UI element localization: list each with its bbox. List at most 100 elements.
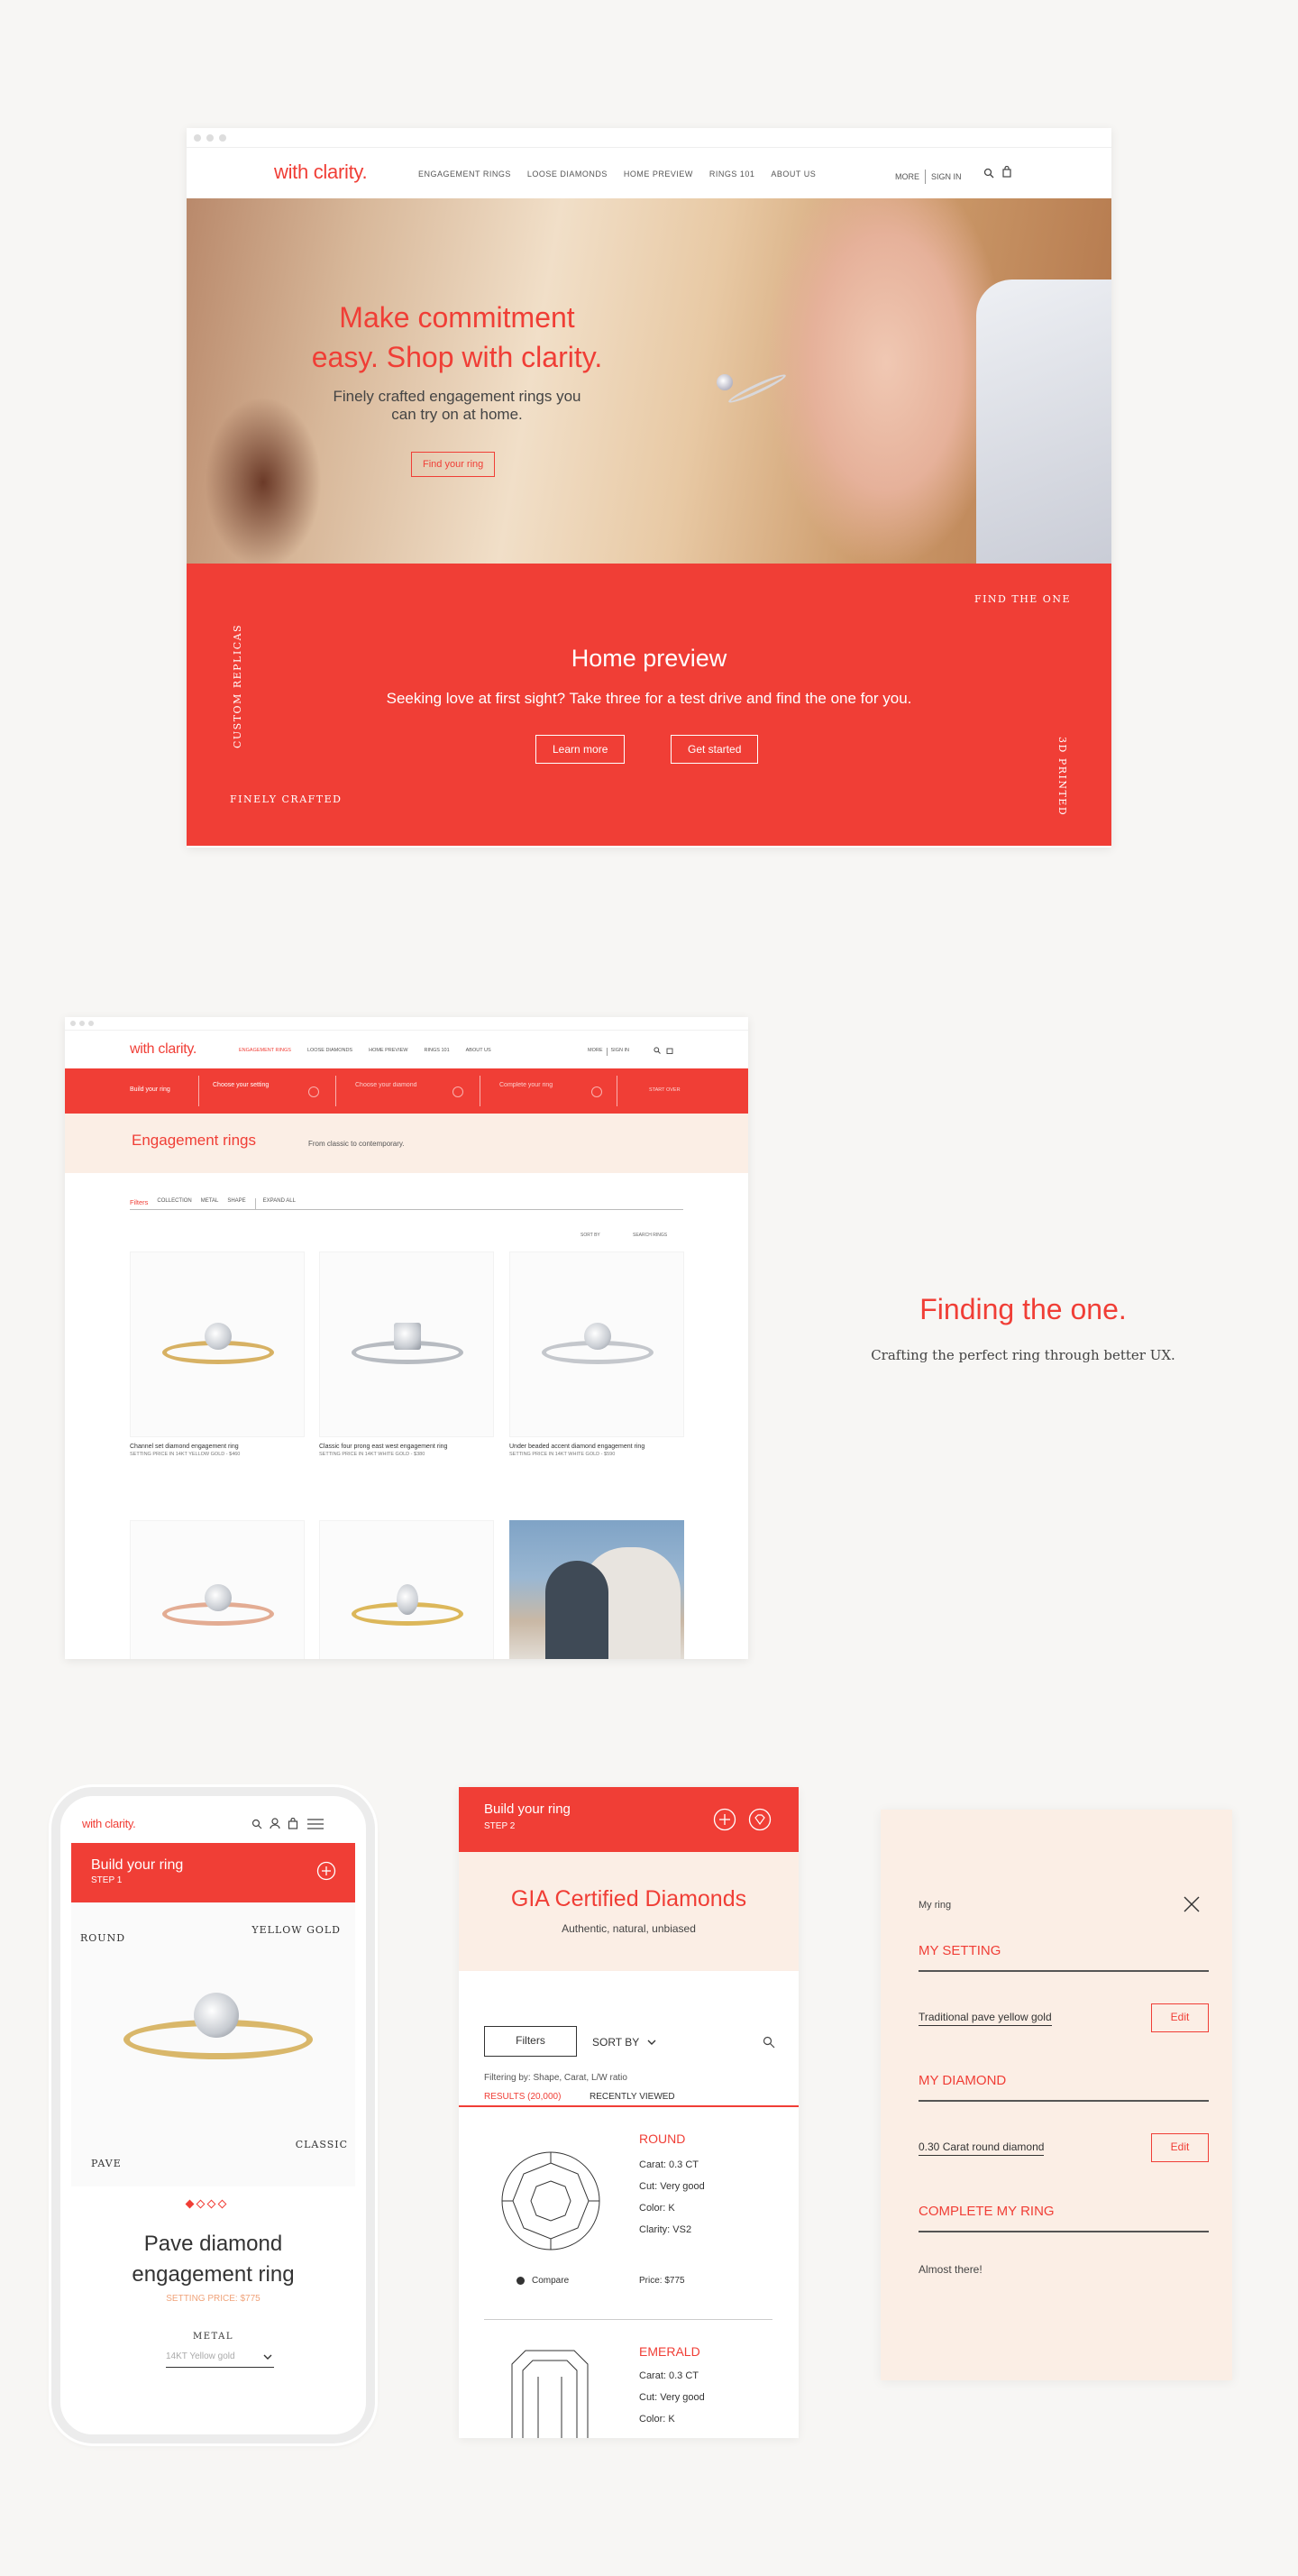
product-image[interactable] <box>130 1520 305 1659</box>
nav-more[interactable]: MORE <box>588 1048 603 1056</box>
filter-shape[interactable]: SHAPE <box>227 1198 245 1209</box>
edit-diamond-button[interactable]: Edit <box>1151 2133 1209 2162</box>
diamond-row[interactable]: EMERALD Carat: 0.3 CT Cut: Very good Col… <box>459 2326 799 2438</box>
diamond-shape: ROUND <box>639 2131 686 2146</box>
filter-collection[interactable]: COLLECTION <box>157 1198 191 1209</box>
carousel-dot-active[interactable] <box>185 2199 195 2209</box>
nav-engagement-rings[interactable]: ENGAGEMENT RINGS <box>239 1048 291 1053</box>
product-card[interactable]: Classic four prong east west engagement … <box>319 1251 494 1457</box>
add-icon[interactable] <box>713 1808 736 1831</box>
shape-label: ROUND <box>80 1932 126 1944</box>
nav-engagement-rings[interactable]: ENGAGEMENT RINGS <box>418 170 511 179</box>
nav-home-preview[interactable]: HOME PREVIEW <box>369 1048 407 1053</box>
custom-replicas-label: CUSTOM REPLICAS <box>232 623 243 748</box>
diamond-specs: Carat: 0.3 CT Cut: Very good Color: K Cl… <box>639 2154 705 2241</box>
filter-metal[interactable]: METAL <box>201 1198 219 1209</box>
bag-icon[interactable] <box>288 1818 298 1829</box>
product-card[interactable]: Channel set diamond engagement ring SETT… <box>130 1251 305 1457</box>
logo[interactable]: with clarity. <box>274 160 368 184</box>
logo[interactable]: with clarity. <box>82 1817 136 1830</box>
nav-rings-101[interactable]: RINGS 101 <box>709 170 755 179</box>
filters-tab[interactable]: Filters <box>130 1198 148 1209</box>
build-title: Build your ring <box>484 1801 571 1817</box>
close-icon[interactable] <box>1184 1896 1200 1912</box>
nav-loose-diamonds[interactable]: LOOSE DIAMONDS <box>527 170 608 179</box>
search-icon[interactable] <box>763 2036 775 2049</box>
search-rings-input[interactable]: SEARCH RINGS <box>633 1233 667 1238</box>
home-preview-text: Seeking love at first sight? Take three … <box>386 690 912 707</box>
product-name[interactable]: Under beaded accent diamond engagement r… <box>509 1444 684 1450</box>
step-setting[interactable]: Choose your setting <box>213 1082 269 1088</box>
listing-title-band: Engagement rings From classic to contemp… <box>65 1114 748 1173</box>
filter-expand-all[interactable]: EXPAND ALL <box>254 1198 296 1209</box>
product-name[interactable]: Classic four prong east west engagement … <box>319 1444 494 1450</box>
main-nav: ENGAGEMENT RINGS LOOSE DIAMONDS HOME PRE… <box>418 170 816 179</box>
user-icon[interactable] <box>270 1818 280 1829</box>
product-image[interactable] <box>319 1251 494 1437</box>
compare-toggle[interactable]: Compare <box>516 2276 569 2286</box>
nav-about-us[interactable]: ABOUT US <box>466 1048 491 1053</box>
filters-button[interactable]: Filters <box>484 2026 577 2057</box>
nav-loose-diamonds[interactable]: LOOSE DIAMONDS <box>307 1048 352 1053</box>
get-started-button[interactable]: Get started <box>671 735 759 764</box>
tagline-title: Finding the one. <box>919 1293 1127 1325</box>
search-icon[interactable] <box>654 1047 661 1054</box>
window-dot <box>79 1021 85 1026</box>
diamond-value-link[interactable]: 0.30 Carat round diamond <box>919 2141 1045 2156</box>
setting-price: SETTING PRICE: $775 <box>166 2294 261 2304</box>
nav-sign-in[interactable]: SIGN IN <box>931 172 962 181</box>
build-steps-bar: Build your ring Choose your setting Choo… <box>65 1068 748 1114</box>
window-dot <box>194 134 201 142</box>
carousel-dot[interactable] <box>206 2199 216 2209</box>
product-name[interactable]: Channel set diamond engagement ring <box>130 1444 305 1450</box>
find-your-ring-button[interactable]: Find your ring <box>411 452 496 477</box>
add-icon[interactable] <box>316 1861 336 1881</box>
nav-rings-101[interactable]: RINGS 101 <box>425 1048 450 1053</box>
product-card[interactable] <box>130 1520 305 1659</box>
metal-select[interactable]: 14KT Yellow gold <box>166 2348 274 2368</box>
diamond-icon[interactable] <box>748 1808 772 1831</box>
nav-sign-in[interactable]: SIGN IN <box>611 1048 629 1056</box>
product-image[interactable] <box>509 1251 684 1437</box>
start-over-link[interactable]: START OVER <box>649 1087 681 1093</box>
diamond-color: Color: K <box>639 2203 675 2214</box>
nav-more[interactable]: MORE <box>895 172 919 181</box>
sort-by-dropdown[interactable]: SORT BY <box>580 1233 600 1238</box>
product-card[interactable] <box>319 1520 494 1659</box>
pave-label: PAVE <box>91 2158 122 2169</box>
setting-value-link[interactable]: Traditional pave yellow gold <box>919 2011 1052 2026</box>
tab-results[interactable]: RESULTS (20,000) <box>484 2092 561 2102</box>
step-diamond[interactable]: Choose your diamond <box>355 1082 417 1088</box>
bag-icon[interactable] <box>666 1046 673 1054</box>
diamond-row[interactable]: Compare ROUND Carat: 0.3 CT Cut: Very go… <box>459 2107 799 2324</box>
diamond-color: Color: K <box>639 2414 675 2425</box>
search-icon[interactable] <box>983 168 994 179</box>
product-image[interactable] <box>130 1251 305 1437</box>
hero-banner: Make commitment easy. Shop with clarity. … <box>187 198 1111 564</box>
edit-setting-button[interactable]: Edit <box>1151 2003 1209 2032</box>
ring-stone <box>584 1323 611 1350</box>
tab-recently-viewed[interactable]: RECENTLY VIEWED <box>590 2092 675 2102</box>
account-nav: MORE SIGN IN <box>588 1048 629 1056</box>
sort-by-dropdown[interactable]: SORT BY <box>592 2036 656 2049</box>
search-icon[interactable] <box>251 1819 262 1829</box>
diamond-cut: Cut: Very good <box>639 2392 705 2403</box>
carousel-dot[interactable] <box>196 2199 206 2209</box>
logo[interactable]: with clarity. <box>130 1041 197 1058</box>
bag-icon[interactable] <box>1001 166 1012 178</box>
hero-photo-shirt <box>976 280 1111 564</box>
step-complete[interactable]: Complete your ring <box>499 1082 553 1088</box>
complete-ring-heading[interactable]: COMPLETE MY RING <box>919 2204 1055 2219</box>
menu-icon[interactable] <box>307 1819 324 1829</box>
nav-home-preview[interactable]: HOME PREVIEW <box>624 170 693 179</box>
product-card[interactable]: Under beaded accent diamond engagement r… <box>509 1251 684 1457</box>
window-dot <box>206 134 214 142</box>
carousel-dot[interactable] <box>217 2199 227 2209</box>
compare-radio[interactable] <box>516 2277 525 2285</box>
divider <box>606 1048 608 1056</box>
home-page-browser: with clarity. ENGAGEMENT RINGS LOOSE DIA… <box>187 128 1111 848</box>
hero-diamond <box>717 374 733 390</box>
product-image[interactable] <box>319 1520 494 1659</box>
nav-about-us[interactable]: ABOUT US <box>771 170 816 179</box>
learn-more-button[interactable]: Learn more <box>535 735 626 764</box>
